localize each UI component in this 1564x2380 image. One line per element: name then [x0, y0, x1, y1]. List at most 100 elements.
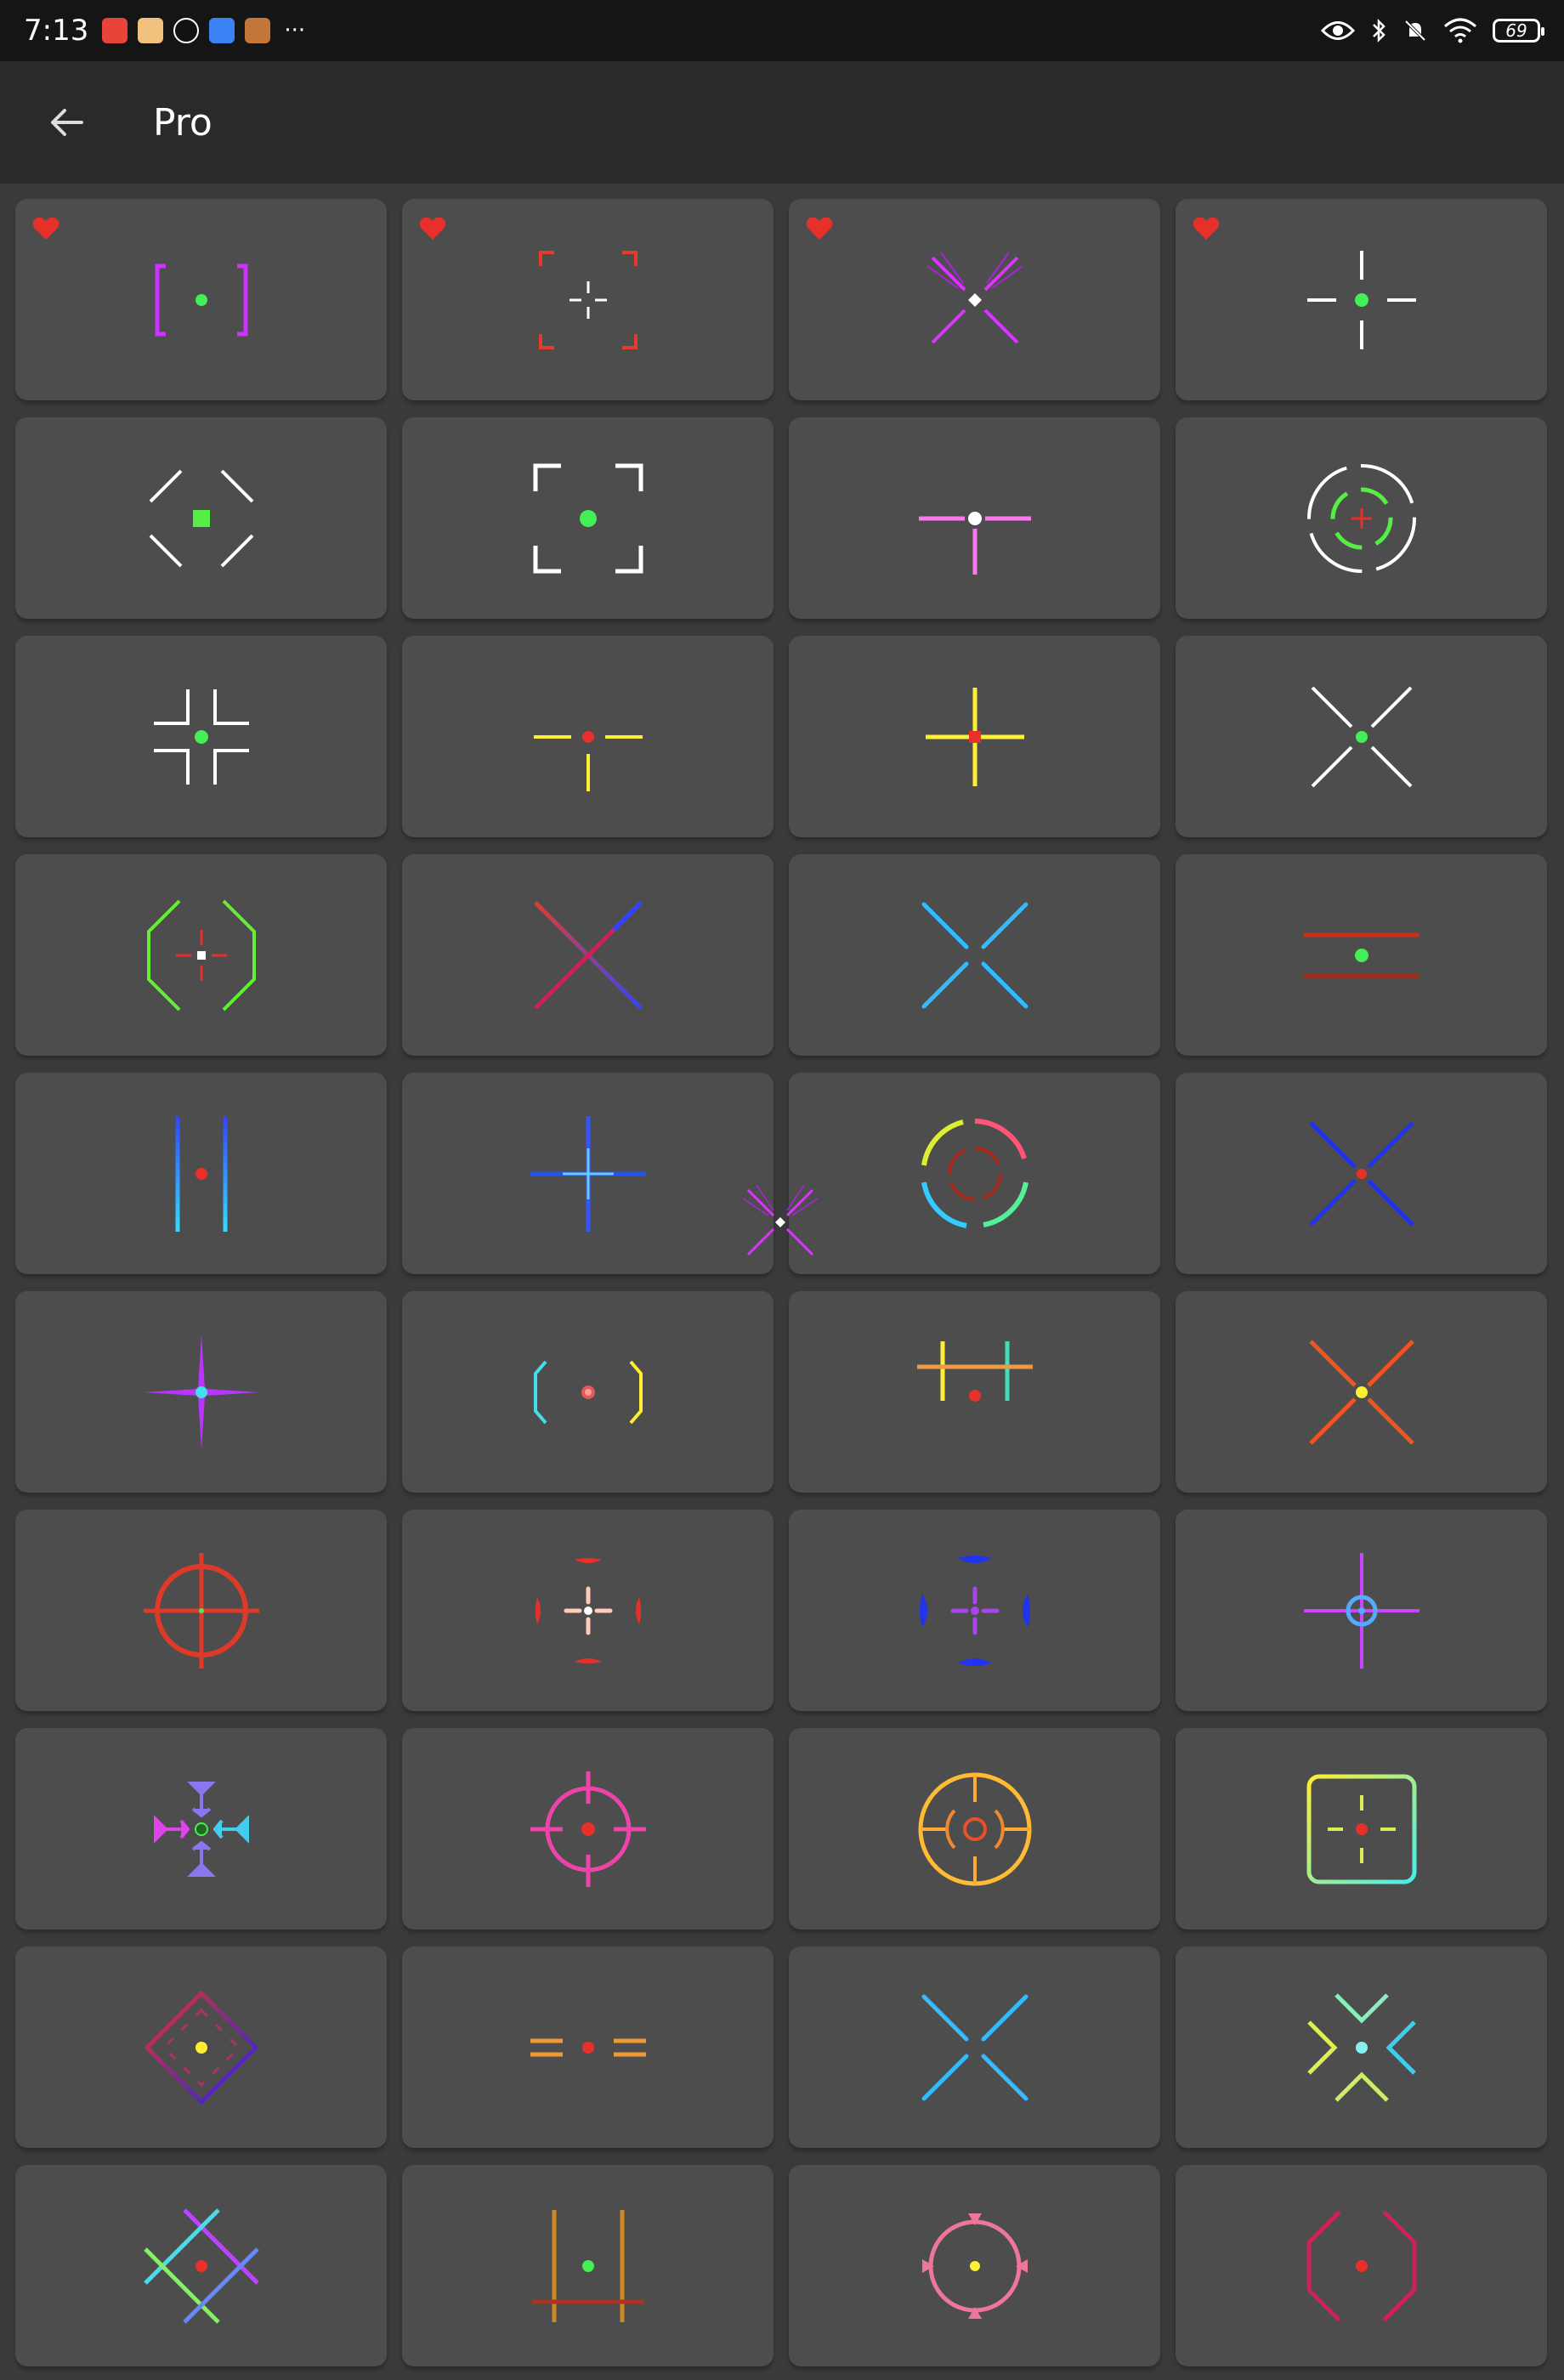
crosshair-card-39[interactable]	[789, 2165, 1160, 2366]
eye-icon	[1321, 21, 1355, 40]
crosshair-icon-17	[175, 1115, 227, 1232]
crosshair-card-8[interactable]	[1176, 417, 1547, 619]
app-notification-icon-1	[102, 18, 128, 43]
mute-icon	[1404, 20, 1426, 42]
crosshair-card-25[interactable]	[15, 1510, 387, 1711]
crosshair-card-17[interactable]	[15, 1073, 387, 1274]
crosshair-icon-15	[921, 902, 1028, 1008]
crosshair-icon-21	[143, 1334, 259, 1450]
battery-icon: 69	[1493, 19, 1544, 42]
crosshair-card-18[interactable]	[402, 1073, 774, 1274]
crosshair-icon-32	[1306, 1774, 1416, 1884]
crosshair-icon-38	[531, 2209, 644, 2322]
crosshair-icon-5	[141, 458, 253, 567]
crosshair-card-13[interactable]	[15, 854, 387, 1056]
crosshair-icon-11	[925, 687, 1024, 786]
crosshair-icon-30	[530, 1771, 646, 1887]
arrow-back-icon	[51, 109, 83, 136]
notification-icons: ···	[102, 18, 305, 43]
crosshair-icon-25	[143, 1552, 259, 1669]
crosshair-card-36[interactable]	[1176, 1946, 1547, 2148]
crosshair-icon-31	[918, 1772, 1031, 1885]
heart-icon[interactable]	[806, 216, 833, 241]
crosshair-icon-22	[533, 1360, 643, 1424]
crosshair-icon-20	[1308, 1120, 1414, 1227]
crosshair-card-34[interactable]	[402, 1946, 774, 2148]
crosshair-card-29[interactable]	[15, 1728, 387, 1930]
crosshair-icon-33	[144, 1991, 258, 2104]
crosshair-card-33[interactable]	[15, 1946, 387, 2148]
crosshair-icon-12	[1311, 686, 1412, 787]
crosshair-card-37[interactable]	[15, 2165, 387, 2366]
heart-icon[interactable]	[1193, 216, 1220, 241]
crosshair-card-12[interactable]	[1176, 636, 1547, 837]
crosshair-card-24[interactable]	[1176, 1291, 1547, 1493]
status-bar: 7:13 ··· 69	[0, 0, 1564, 61]
crosshair-card-32[interactable]	[1176, 1728, 1547, 1930]
crosshair-card-20[interactable]	[1176, 1073, 1547, 1274]
page-title: Pro	[153, 100, 212, 144]
crosshair-icon-14	[533, 900, 643, 1010]
heart-icon[interactable]	[419, 216, 446, 241]
crosshair-card-14[interactable]	[402, 854, 774, 1056]
crosshair-icon-2	[538, 250, 638, 349]
crosshair-card-23[interactable]	[789, 1291, 1160, 1493]
crosshair-icon-7	[918, 511, 1031, 575]
crosshair-card-35[interactable]	[789, 1946, 1160, 2148]
crosshair-icon-16	[1303, 932, 1420, 978]
crosshair-icon-19	[921, 1118, 1028, 1228]
crosshair-card-26[interactable]	[402, 1510, 774, 1711]
tiktok-icon	[173, 18, 200, 43]
crosshair-icon-4	[1306, 250, 1416, 349]
crosshair-card-38[interactable]	[402, 2165, 774, 2366]
crosshair-card-21[interactable]	[15, 1291, 387, 1493]
calendar-icon	[209, 18, 235, 43]
crosshair-card-16[interactable]	[1176, 854, 1547, 1056]
crosshair-icon-39	[921, 2213, 1028, 2319]
heart-icon[interactable]	[32, 216, 60, 241]
crosshair-card-7[interactable]	[789, 417, 1160, 619]
status-time: 7:13	[24, 14, 89, 48]
app-notification-icon-2	[138, 18, 164, 43]
crosshair-icon-34	[530, 2038, 646, 2056]
crosshair-card-40[interactable]	[1176, 2165, 1547, 2366]
crosshair-card-9[interactable]	[15, 636, 387, 837]
crosshair-card-11[interactable]	[789, 636, 1160, 837]
crosshair-card-19[interactable]	[789, 1073, 1160, 1274]
crosshair-icon-6	[533, 463, 643, 573]
crosshair-icon-24	[1308, 1339, 1414, 1445]
crosshair-icon-9	[153, 688, 249, 785]
crosshair-icon-23	[916, 1340, 1033, 1402]
crosshair-icon-36	[1306, 1992, 1416, 2102]
crosshair-card-3[interactable]	[789, 199, 1160, 400]
status-indicators: 69	[1321, 18, 1544, 43]
crosshair-card-31[interactable]	[789, 1728, 1160, 1930]
crosshair-card-28[interactable]	[1176, 1510, 1547, 1711]
floating-crosshair-overlay[interactable]	[740, 1182, 821, 1263]
crosshair-card-1[interactable]	[15, 199, 387, 400]
crosshair-icon-29	[153, 1781, 249, 1877]
crosshair-icon-40	[1306, 2209, 1416, 2322]
crosshair-grid	[15, 199, 1554, 2366]
crosshair-icon-27	[919, 1555, 1030, 1666]
back-button[interactable]	[24, 80, 109, 165]
crosshair-icon-28	[1303, 1552, 1420, 1669]
more-notifications: ···	[284, 18, 306, 43]
crosshair-card-22[interactable]	[402, 1291, 774, 1493]
crosshair-card-15[interactable]	[789, 854, 1160, 1056]
crosshair-card-2[interactable]	[402, 199, 774, 400]
app-bar: Pro	[0, 61, 1564, 184]
crosshair-card-6[interactable]	[402, 417, 774, 619]
crosshair-card-4[interactable]	[1176, 199, 1547, 400]
crosshair-card-10[interactable]	[402, 636, 774, 837]
bluetooth-icon	[1373, 18, 1386, 43]
crosshair-card-27[interactable]	[789, 1510, 1160, 1711]
crosshair-icon-37	[143, 2207, 259, 2324]
crosshair-card-30[interactable]	[402, 1728, 774, 1930]
wifi-icon	[1444, 18, 1476, 43]
crosshair-icon-18	[530, 1115, 646, 1232]
crosshair-icon-1	[155, 264, 247, 336]
crosshair-icon-26	[535, 1557, 641, 1663]
crosshair-card-5[interactable]	[15, 417, 387, 619]
game-icon	[245, 18, 271, 43]
